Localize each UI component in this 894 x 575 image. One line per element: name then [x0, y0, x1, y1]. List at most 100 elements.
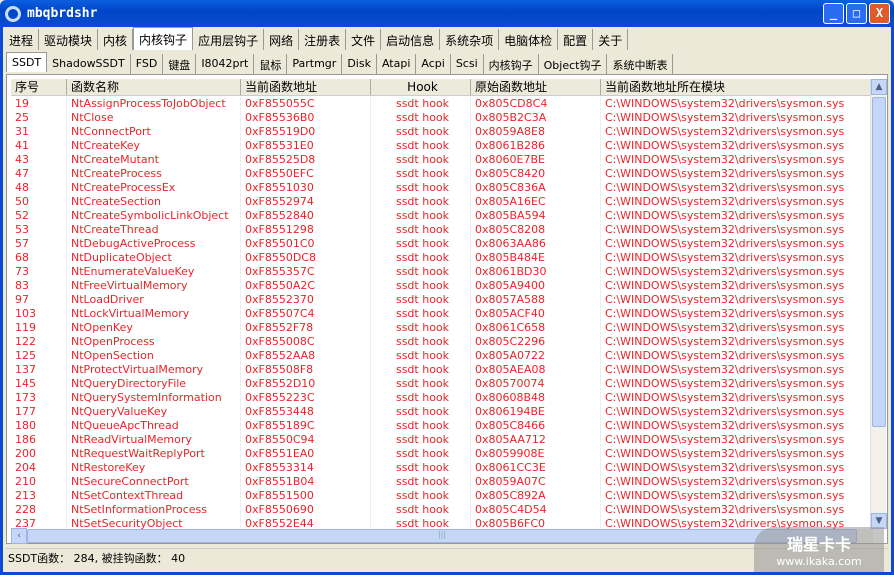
- tab-main-11[interactable]: 配置: [558, 29, 594, 50]
- tab-sub-12[interactable]: Object钩子: [539, 54, 608, 74]
- table-row[interactable]: 57 NtDebugActiveProcess 0xF85501C0 ssdt hoo…: [11, 237, 873, 251]
- tab-main-10[interactable]: 电脑体检: [499, 29, 559, 50]
- table-row[interactable]: 52 NtCreateSymbolicLinkObject 0xF8552840 ss…: [11, 209, 873, 223]
- column-header[interactable]: 原始函数地址: [471, 79, 601, 95]
- table-row[interactable]: 204 NtRestoreKey 0xF8553314 ssdt hook 0x8061…: [11, 461, 873, 475]
- tab-main-7[interactable]: 文件: [346, 29, 382, 50]
- tab-sub-8[interactable]: Atapi: [377, 54, 417, 74]
- tab-sub-4[interactable]: I8042prt: [196, 54, 255, 74]
- table-cell: C:\WINDOWS\system32\drivers\sysmon.sys: [601, 251, 873, 265]
- horizontal-scroll-thumb[interactable]: |||: [27, 529, 857, 543]
- table-row[interactable]: 186 NtReadVirtualMemory 0xF8550C94 ssdt hoo…: [11, 433, 873, 447]
- column-header[interactable]: 当前函数地址: [241, 79, 371, 95]
- tab-sub-2[interactable]: FSD: [131, 54, 164, 74]
- table-row[interactable]: 97 NtLoadDriver 0xF8552370 ssdt hook 0x8057A…: [11, 293, 873, 307]
- tab-main-5[interactable]: 网络: [264, 29, 300, 50]
- table-row[interactable]: 200 NtRequestWaitReplyPort 0xF8551EA0 ssdt …: [11, 447, 873, 461]
- tab-sub-0[interactable]: SSDT: [6, 52, 48, 72]
- vertical-scrollbar[interactable]: ▲ ▼: [870, 79, 887, 529]
- scroll-up-icon[interactable]: ▲: [871, 79, 887, 95]
- tab-main-8[interactable]: 启动信息: [381, 29, 441, 50]
- tab-main-9[interactable]: 系统杂项: [440, 29, 500, 50]
- table-row[interactable]: 145 NtQueryDirectoryFile 0xF8552D10 ssdt ho…: [11, 377, 873, 391]
- table-cell: ssdt hook: [371, 279, 471, 293]
- tab-sub-9[interactable]: Acpi: [416, 54, 451, 74]
- table-row[interactable]: 228 NtSetInformationProcess 0xF8550690 ssdt…: [11, 503, 873, 517]
- table-row[interactable]: 125 NtOpenSection 0xF8552AA8 ssdt hook 0x805…: [11, 349, 873, 363]
- table-row[interactable]: 53 NtCreateThread 0xF8551298 ssdt hook 0x805…: [11, 223, 873, 237]
- tab-main-2[interactable]: 内核: [98, 29, 134, 50]
- tab-sub-5[interactable]: 鼠标: [254, 54, 288, 74]
- table-cell: 200: [11, 447, 67, 461]
- table-row[interactable]: 180 NtQueueApcThread 0xF855189C ssdt hook 0x…: [11, 419, 873, 433]
- table-row[interactable]: 122 NtOpenProcess 0xF855008C ssdt hook 0x805…: [11, 335, 873, 349]
- vertical-scroll-thumb[interactable]: [872, 97, 886, 427]
- table-row[interactable]: 237 NtSetSecurityObject 0xF8552E44 ssdt hoo…: [11, 517, 873, 529]
- table-row[interactable]: 137 NtProtectVirtualMemory 0xF85508F8 ssdt …: [11, 363, 873, 377]
- table-cell: C:\WINDOWS\system32\drivers\sysmon.sys: [601, 181, 873, 195]
- table-row[interactable]: 177 NtQueryValueKey 0xF8553448 ssdt hook 0x8…: [11, 405, 873, 419]
- table-row[interactable]: 31 NtConnectPort 0xF85519D0 ssdt hook 0x8059…: [11, 125, 873, 139]
- tab-sub-6[interactable]: Partmgr: [287, 54, 343, 74]
- table-row[interactable]: 210 NtSecureConnectPort 0xF8551B04 ssdt hoo…: [11, 475, 873, 489]
- table-cell: C:\WINDOWS\system32\drivers\sysmon.sys: [601, 195, 873, 209]
- table-row[interactable]: 119 NtOpenKey 0xF8552F78 ssdt hook 0x8061C65…: [11, 321, 873, 335]
- column-header[interactable]: Hook: [371, 79, 471, 95]
- table-row[interactable]: 103 NtLockVirtualMemory 0xF85507C4 ssdt hoo…: [11, 307, 873, 321]
- table-cell: 50: [11, 195, 67, 209]
- table-cell: ssdt hook: [371, 125, 471, 139]
- column-header[interactable]: 函数名称: [67, 79, 241, 95]
- tab-sub-7[interactable]: Disk: [342, 54, 377, 74]
- table-row[interactable]: 213 NtSetContextThread 0xF8551500 ssdt hook…: [11, 489, 873, 503]
- table-cell: 0xF8550EFC: [241, 167, 371, 181]
- tab-sub-11[interactable]: 内核钩子: [484, 54, 539, 74]
- table-cell: 0x805B484E: [471, 251, 601, 265]
- maximize-button[interactable]: □: [846, 3, 867, 24]
- table-cell: C:\WINDOWS\system32\drivers\sysmon.sys: [601, 167, 873, 181]
- table-row[interactable]: 47 NtCreateProcess 0xF8550EFC ssdt hook 0x80…: [11, 167, 873, 181]
- table-cell: NtCreateKey: [67, 139, 241, 153]
- table-cell: C:\WINDOWS\system32\drivers\sysmon.sys: [601, 489, 873, 503]
- column-header[interactable]: 序号: [11, 79, 67, 95]
- close-button[interactable]: X: [869, 3, 890, 24]
- table-row[interactable]: 73 NtEnumerateValueKey 0xF855357C ssdt hook…: [11, 265, 873, 279]
- table-cell: 0xF8552974: [241, 195, 371, 209]
- table-cell: NtFreeVirtualMemory: [67, 279, 241, 293]
- table-row[interactable]: 50 NtCreateSection 0xF8552974 ssdt hook 0x80…: [11, 195, 873, 209]
- table-cell: 0x805C836A: [471, 181, 601, 195]
- tab-main-6[interactable]: 注册表: [299, 29, 347, 50]
- tab-main-0[interactable]: 进程: [4, 29, 40, 50]
- table-row[interactable]: 173 NtQuerySystemInformation 0xF855223C ssd…: [11, 391, 873, 405]
- horizontal-scrollbar[interactable]: ‹ |||: [11, 528, 873, 544]
- table-cell: ssdt hook: [371, 209, 471, 223]
- table-cell: ssdt hook: [371, 475, 471, 489]
- table-row[interactable]: 25 NtClose 0xF85536B0 ssdt hook 0x805B2C3A C:…: [11, 111, 873, 125]
- table-cell: 0x806194BE: [471, 405, 601, 419]
- minimize-button[interactable]: _: [823, 3, 844, 24]
- tab-sub-10[interactable]: Scsi: [451, 54, 484, 74]
- table-cell: 0xF8552D10: [241, 377, 371, 391]
- scroll-left-icon[interactable]: ‹: [11, 528, 27, 544]
- tab-main-1[interactable]: 驱动模块: [39, 29, 99, 50]
- tab-main-4[interactable]: 应用层钩子: [193, 29, 265, 50]
- tab-main-3[interactable]: 内核钩子: [133, 27, 194, 50]
- table-row[interactable]: 43 NtCreateMutant 0xF85525D8 ssdt hook 0x806…: [11, 153, 873, 167]
- table-row[interactable]: 48 NtCreateProcessEx 0xF8551030 ssdt hook 0x…: [11, 181, 873, 195]
- tab-sub-3[interactable]: 键盘: [163, 54, 197, 74]
- tab-sub-13[interactable]: 系统中断表: [607, 54, 674, 74]
- tab-sub-1[interactable]: ShadowSSDT: [47, 54, 131, 74]
- table-cell: C:\WINDOWS\system32\drivers\sysmon.sys: [601, 461, 873, 475]
- tab-main-12[interactable]: 关于: [593, 29, 629, 50]
- column-header[interactable]: 当前函数地址所在模块: [601, 79, 873, 95]
- table-cell: C:\WINDOWS\system32\drivers\sysmon.sys: [601, 223, 873, 237]
- table-cell: 0x8063AA86: [471, 237, 601, 251]
- table-row[interactable]: 41 NtCreateKey 0xF85531E0 ssdt hook 0x8061B2…: [11, 139, 873, 153]
- table-row[interactable]: 68 NtDuplicateObject 0xF8550DC8 ssdt hook 0x…: [11, 251, 873, 265]
- table-cell: 41: [11, 139, 67, 153]
- table-cell: ssdt hook: [371, 517, 471, 529]
- table-row[interactable]: 83 NtFreeVirtualMemory 0xF8550A2C ssdt hook…: [11, 279, 873, 293]
- table-cell: ssdt hook: [371, 349, 471, 363]
- table-cell: 228: [11, 503, 67, 517]
- table-cell: 53: [11, 223, 67, 237]
- table-row[interactable]: 19 NtAssignProcessToJobObject 0xF855055C ss…: [11, 97, 873, 111]
